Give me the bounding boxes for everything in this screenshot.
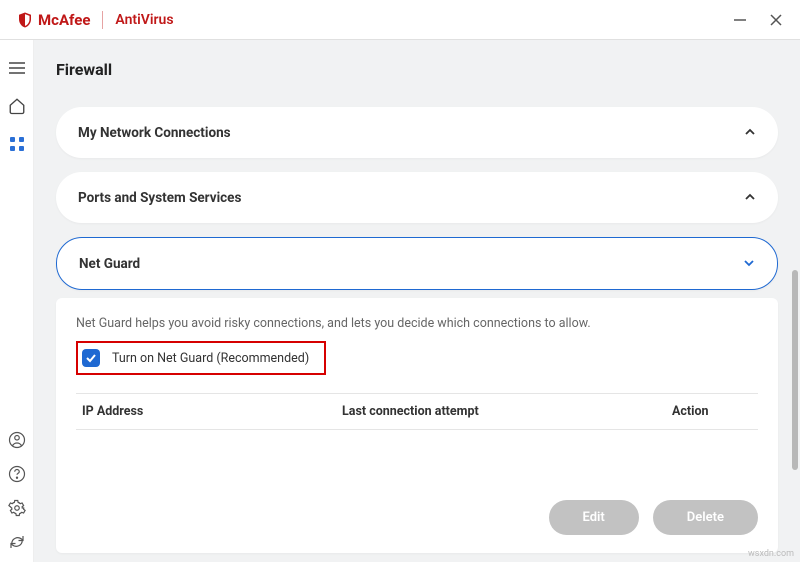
chevron-down-icon xyxy=(743,254,755,273)
apps-icon[interactable] xyxy=(7,134,27,154)
check-icon xyxy=(85,352,97,364)
accordion-ports-services[interactable]: Ports and System Services xyxy=(56,172,778,223)
column-ip-address: IP Address xyxy=(82,404,342,419)
connections-table-header: IP Address Last connection attempt Actio… xyxy=(76,393,758,430)
chevron-up-icon xyxy=(744,188,756,207)
net-guard-panel: Net Guard helps you avoid risky connecti… xyxy=(56,298,778,553)
accordion-net-guard[interactable]: Net Guard xyxy=(56,237,778,290)
refresh-icon[interactable] xyxy=(7,532,27,552)
scrollbar[interactable] xyxy=(792,270,798,470)
edit-button[interactable]: Edit xyxy=(549,500,639,535)
net-guard-checkbox-label: Turn on Net Guard (Recommended) xyxy=(112,351,309,366)
brand-separator xyxy=(102,11,103,29)
minimize-button[interactable] xyxy=(732,12,748,28)
settings-icon[interactable] xyxy=(7,498,27,518)
brand: McAfee AntiVirus xyxy=(16,11,174,29)
brand-name: McAfee xyxy=(38,11,90,29)
column-action: Action xyxy=(672,404,752,419)
close-button[interactable] xyxy=(768,12,784,28)
accordion-network-connections[interactable]: My Network Connections xyxy=(56,107,778,158)
page-title: Firewall xyxy=(56,60,778,79)
net-guard-toggle-row: Turn on Net Guard (Recommended) xyxy=(76,341,326,375)
main-content: Firewall My Network Connections Ports an… xyxy=(34,40,800,562)
column-last-attempt: Last connection attempt xyxy=(342,404,672,419)
accordion-label: My Network Connections xyxy=(78,125,231,141)
help-icon[interactable] xyxy=(7,464,27,484)
accordion-label: Ports and System Services xyxy=(78,190,241,206)
net-guard-checkbox[interactable] xyxy=(82,349,100,367)
brand-product: AntiVirus xyxy=(115,12,173,28)
mcafee-logo: McAfee xyxy=(16,11,90,29)
menu-icon[interactable] xyxy=(7,58,27,78)
home-icon[interactable] xyxy=(7,96,27,116)
chevron-up-icon xyxy=(744,123,756,142)
account-icon[interactable] xyxy=(7,430,27,450)
sidebar xyxy=(0,40,34,562)
delete-button[interactable]: Delete xyxy=(653,500,758,535)
net-guard-description: Net Guard helps you avoid risky connecti… xyxy=(76,316,758,331)
watermark: wsxdn.com xyxy=(748,549,794,559)
accordion-label: Net Guard xyxy=(79,256,140,272)
shield-icon xyxy=(16,11,34,29)
